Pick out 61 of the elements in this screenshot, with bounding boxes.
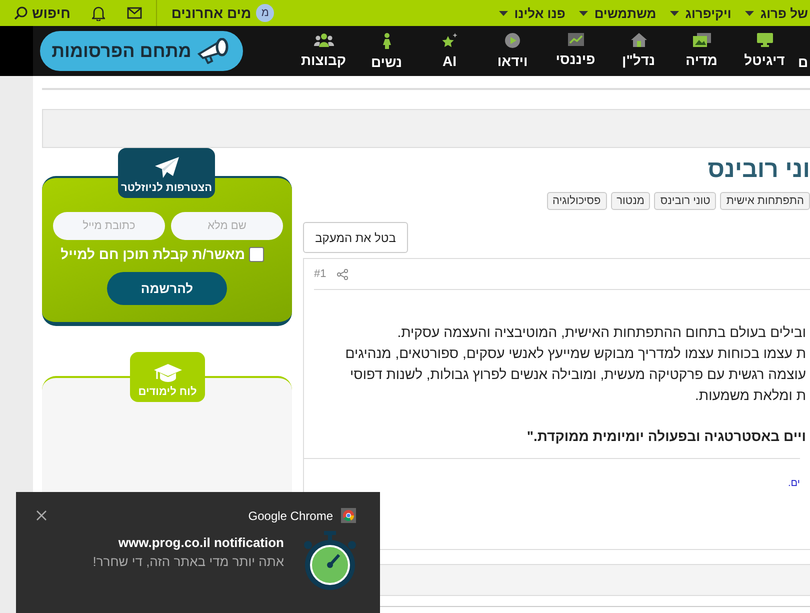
name-field[interactable]: שם מלא xyxy=(171,212,283,240)
post-text-line: עוצמה רגשית עם פרקטיקה מעשית, ומובילה אנשים לפרוץ גבולות, לשנות דפוסי xyxy=(349,365,806,384)
nav-item[interactable]: פיננסי xyxy=(544,32,607,70)
newsletter-title: הצטרפות לניוזלטר xyxy=(120,182,212,194)
register-button[interactable]: להרשמה xyxy=(107,272,227,305)
email-field[interactable]: כתובת מייל xyxy=(53,212,165,240)
paper-plane-icon xyxy=(154,157,178,179)
nav-item[interactable]: מדיה xyxy=(670,32,733,70)
close-icon[interactable] xyxy=(36,510,47,521)
nav-item[interactable]: דיגיטל xyxy=(733,32,796,70)
browser-icon xyxy=(341,508,356,523)
search-button[interactable]: חיפוש xyxy=(14,5,70,21)
avatar: מ xyxy=(256,4,274,22)
nav-item[interactable]: AI xyxy=(418,32,481,70)
graduation-cap-icon xyxy=(154,364,182,384)
chart-icon xyxy=(568,32,584,46)
study-board-title: לוח לימודים xyxy=(138,386,197,398)
caret-icon xyxy=(579,10,588,16)
share-icon[interactable] xyxy=(337,268,348,280)
unfollow-button[interactable]: בטל את המעקב xyxy=(303,222,408,253)
caret-icon xyxy=(499,10,508,16)
mail-icon[interactable] xyxy=(127,7,142,19)
post-link[interactable]: ים. xyxy=(788,478,800,489)
play-icon xyxy=(505,32,520,48)
consent-checkbox[interactable] xyxy=(249,246,264,262)
nav-item[interactable]: נשים xyxy=(355,32,418,70)
tag-link[interactable]: התפתחות אישית xyxy=(720,192,810,210)
caret-icon xyxy=(670,10,680,16)
post-text-line: ויים באסטרטגיה ובפעולה יומיומית ממוקדת." xyxy=(526,427,806,446)
menu-dropdown[interactable]: משתמשים xyxy=(579,6,656,20)
thread-title: וני רובינס xyxy=(706,155,810,185)
consent-label: מאשר/ת קבלת תוכן חם למייל xyxy=(60,246,245,262)
menu-dropdown[interactable]: פנו אלינו xyxy=(499,6,566,20)
tag-link[interactable]: פסיכולוגיה xyxy=(546,192,607,210)
stopwatch-icon xyxy=(302,531,358,591)
caret-icon xyxy=(745,10,754,16)
search-icon xyxy=(14,6,28,20)
app-name: Google Chrome xyxy=(248,508,333,522)
group-icon xyxy=(314,32,334,46)
nav-item[interactable]: וידאו xyxy=(481,32,544,70)
tag-link[interactable]: טוני רובינס xyxy=(654,192,716,210)
house-icon xyxy=(630,32,646,46)
post-number[interactable]: #1 xyxy=(314,268,326,280)
woman-icon xyxy=(382,32,390,48)
notification-title: www.prog.co.il notification xyxy=(117,535,284,550)
post-text-line: ת ומלאת משמעות. xyxy=(694,386,806,405)
nav-item[interactable]: קבוצות xyxy=(292,32,355,70)
advertising-button[interactable]: מתחם הפרסומות xyxy=(40,31,243,71)
tag-link[interactable]: מנטור xyxy=(610,192,650,210)
monitor-icon xyxy=(756,32,772,46)
user-menu[interactable]: מ מים אחרונים xyxy=(171,4,274,22)
post-text-line: ובילים בעולם בתחום ההתפתחות האישית, המוטיבציה והעצמה עסקית. xyxy=(396,323,806,342)
menu-dropdown[interactable]: של פרוג xyxy=(745,6,808,20)
nav-item[interactable]: נדל"ן xyxy=(607,32,670,70)
sparkle-star-icon xyxy=(442,32,458,48)
nav-item[interactable]: ם xyxy=(796,32,810,70)
bell-icon[interactable] xyxy=(92,6,106,20)
post-text-line: ת עצמו בכוחות עצמו למדריך מבוקש שמייעץ לאנשי עסקים, ספורטאים, מנהיגים xyxy=(344,344,806,363)
menu-dropdown[interactable]: ויקיפרוג xyxy=(670,6,732,20)
notification-message: אתה יותר מדי באתר הזה, די שחרר! xyxy=(92,554,284,569)
images-icon xyxy=(692,32,710,46)
